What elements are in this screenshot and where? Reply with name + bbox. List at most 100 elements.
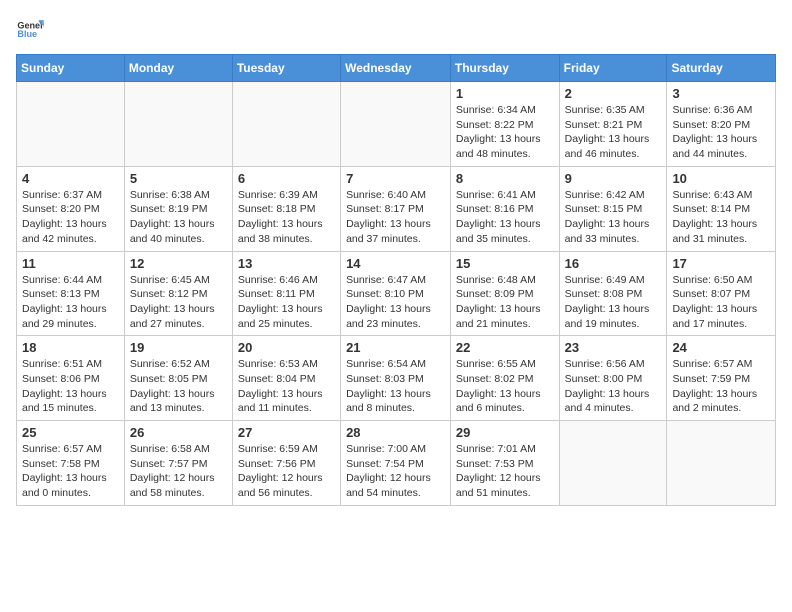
day-number: 15 [456, 256, 554, 271]
calendar-cell: 16 Sunrise: 6:49 AM Sunset: 8:08 PM Dayli… [559, 251, 667, 336]
day-number: 26 [130, 425, 227, 440]
day-detail: Sunrise: 6:57 AM Sunset: 7:59 PM Dayligh… [672, 357, 770, 416]
day-number: 17 [672, 256, 770, 271]
week-row-4: 18 Sunrise: 6:51 AM Sunset: 8:06 PM Dayli… [17, 336, 776, 421]
calendar-cell: 21 Sunrise: 6:54 AM Sunset: 8:03 PM Dayli… [341, 336, 451, 421]
header-day-wednesday: Wednesday [341, 55, 451, 82]
week-row-2: 4 Sunrise: 6:37 AM Sunset: 8:20 PM Daylig… [17, 166, 776, 251]
day-detail: Sunrise: 6:55 AM Sunset: 8:02 PM Dayligh… [456, 357, 554, 416]
day-detail: Sunrise: 7:01 AM Sunset: 7:53 PM Dayligh… [456, 442, 554, 501]
header-day-tuesday: Tuesday [232, 55, 340, 82]
header-day-friday: Friday [559, 55, 667, 82]
calendar-cell: 1 Sunrise: 6:34 AM Sunset: 8:22 PM Daylig… [450, 82, 559, 167]
day-detail: Sunrise: 6:50 AM Sunset: 8:07 PM Dayligh… [672, 273, 770, 332]
day-number: 11 [22, 256, 119, 271]
calendar-cell [667, 421, 776, 506]
day-number: 20 [238, 340, 335, 355]
calendar-cell: 19 Sunrise: 6:52 AM Sunset: 8:05 PM Dayli… [124, 336, 232, 421]
day-number: 4 [22, 171, 119, 186]
day-detail: Sunrise: 6:36 AM Sunset: 8:20 PM Dayligh… [672, 103, 770, 162]
day-number: 19 [130, 340, 227, 355]
calendar-cell: 26 Sunrise: 6:58 AM Sunset: 7:57 PM Dayli… [124, 421, 232, 506]
day-detail: Sunrise: 6:59 AM Sunset: 7:56 PM Dayligh… [238, 442, 335, 501]
day-number: 5 [130, 171, 227, 186]
day-number: 28 [346, 425, 445, 440]
day-number: 13 [238, 256, 335, 271]
calendar-cell [124, 82, 232, 167]
day-detail: Sunrise: 6:44 AM Sunset: 8:13 PM Dayligh… [22, 273, 119, 332]
logo-icon: General Blue [16, 16, 44, 44]
logo: General Blue [16, 16, 44, 44]
calendar-cell: 13Sunrise: 6:46 AM Sunset: 8:11 PM Dayli… [232, 251, 340, 336]
day-detail: Sunrise: 6:48 AM Sunset: 8:09 PM Dayligh… [456, 273, 554, 332]
calendar-cell: 5 Sunrise: 6:38 AM Sunset: 8:19 PM Daylig… [124, 166, 232, 251]
day-detail: Sunrise: 6:35 AM Sunset: 8:21 PM Dayligh… [565, 103, 662, 162]
day-number: 10 [672, 171, 770, 186]
header-row: SundayMondayTuesdayWednesdayThursdayFrid… [17, 55, 776, 82]
day-number: 18 [22, 340, 119, 355]
week-row-5: 25 Sunrise: 6:57 AM Sunset: 7:58 PM Dayli… [17, 421, 776, 506]
day-detail: Sunrise: 6:53 AM Sunset: 8:04 PM Dayligh… [238, 357, 335, 416]
calendar-cell [341, 82, 451, 167]
day-detail: Sunrise: 6:37 AM Sunset: 8:20 PM Dayligh… [22, 188, 119, 247]
day-detail: Sunrise: 6:51 AM Sunset: 8:06 PM Dayligh… [22, 357, 119, 416]
calendar-cell: 4 Sunrise: 6:37 AM Sunset: 8:20 PM Daylig… [17, 166, 125, 251]
calendar-cell: 23 Sunrise: 6:56 AM Sunset: 8:00 PM Dayli… [559, 336, 667, 421]
calendar-cell: 28 Sunrise: 7:00 AM Sunset: 7:54 PM Dayli… [341, 421, 451, 506]
calendar-cell: 12Sunrise: 6:45 AM Sunset: 8:12 PM Dayli… [124, 251, 232, 336]
day-number: 2 [565, 86, 662, 101]
day-detail: Sunrise: 6:58 AM Sunset: 7:57 PM Dayligh… [130, 442, 227, 501]
calendar-cell: 14Sunrise: 6:47 AM Sunset: 8:10 PM Dayli… [341, 251, 451, 336]
day-number: 7 [346, 171, 445, 186]
day-detail: Sunrise: 6:41 AM Sunset: 8:16 PM Dayligh… [456, 188, 554, 247]
calendar-cell: 7Sunrise: 6:40 AM Sunset: 8:17 PM Daylig… [341, 166, 451, 251]
day-detail: Sunrise: 6:49 AM Sunset: 8:08 PM Dayligh… [565, 273, 662, 332]
day-detail: Sunrise: 7:00 AM Sunset: 7:54 PM Dayligh… [346, 442, 445, 501]
calendar-cell: 27 Sunrise: 6:59 AM Sunset: 7:56 PM Dayli… [232, 421, 340, 506]
calendar-cell: 9 Sunrise: 6:42 AM Sunset: 8:15 PM Daylig… [559, 166, 667, 251]
calendar-cell: 11 Sunrise: 6:44 AM Sunset: 8:13 PM Dayli… [17, 251, 125, 336]
calendar-table: SundayMondayTuesdayWednesdayThursdayFrid… [16, 54, 776, 506]
day-number: 22 [456, 340, 554, 355]
day-number: 25 [22, 425, 119, 440]
header-day-thursday: Thursday [450, 55, 559, 82]
day-detail: Sunrise: 6:57 AM Sunset: 7:58 PM Dayligh… [22, 442, 119, 501]
day-number: 1 [456, 86, 554, 101]
calendar-cell [559, 421, 667, 506]
day-number: 12 [130, 256, 227, 271]
day-detail: Sunrise: 6:56 AM Sunset: 8:00 PM Dayligh… [565, 357, 662, 416]
week-row-1: 1 Sunrise: 6:34 AM Sunset: 8:22 PM Daylig… [17, 82, 776, 167]
calendar-cell: 2 Sunrise: 6:35 AM Sunset: 8:21 PM Daylig… [559, 82, 667, 167]
day-detail: Sunrise: 6:42 AM Sunset: 8:15 PM Dayligh… [565, 188, 662, 247]
day-number: 27 [238, 425, 335, 440]
day-number: 21 [346, 340, 445, 355]
day-number: 23 [565, 340, 662, 355]
svg-text:Blue: Blue [17, 29, 37, 39]
calendar-cell: 3 Sunrise: 6:36 AM Sunset: 8:20 PM Daylig… [667, 82, 776, 167]
calendar-cell: 29 Sunrise: 7:01 AM Sunset: 7:53 PM Dayli… [450, 421, 559, 506]
calendar-cell: 25 Sunrise: 6:57 AM Sunset: 7:58 PM Dayli… [17, 421, 125, 506]
calendar-cell [17, 82, 125, 167]
day-number: 29 [456, 425, 554, 440]
header-day-monday: Monday [124, 55, 232, 82]
calendar-cell: 6 Sunrise: 6:39 AM Sunset: 8:18 PM Daylig… [232, 166, 340, 251]
day-detail: Sunrise: 6:54 AM Sunset: 8:03 PM Dayligh… [346, 357, 445, 416]
calendar-cell: 22 Sunrise: 6:55 AM Sunset: 8:02 PM Dayli… [450, 336, 559, 421]
day-number: 16 [565, 256, 662, 271]
day-number: 14 [346, 256, 445, 271]
day-number: 8 [456, 171, 554, 186]
header: General Blue [16, 16, 776, 44]
day-number: 6 [238, 171, 335, 186]
day-detail: Sunrise: 6:38 AM Sunset: 8:19 PM Dayligh… [130, 188, 227, 247]
calendar-cell: 24Sunrise: 6:57 AM Sunset: 7:59 PM Dayli… [667, 336, 776, 421]
week-row-3: 11 Sunrise: 6:44 AM Sunset: 8:13 PM Dayli… [17, 251, 776, 336]
day-detail: Sunrise: 6:43 AM Sunset: 8:14 PM Dayligh… [672, 188, 770, 247]
day-number: 3 [672, 86, 770, 101]
calendar-cell: 8 Sunrise: 6:41 AM Sunset: 8:16 PM Daylig… [450, 166, 559, 251]
header-day-sunday: Sunday [17, 55, 125, 82]
day-number: 9 [565, 171, 662, 186]
day-detail: Sunrise: 6:34 AM Sunset: 8:22 PM Dayligh… [456, 103, 554, 162]
day-detail: Sunrise: 6:52 AM Sunset: 8:05 PM Dayligh… [130, 357, 227, 416]
day-detail: Sunrise: 6:39 AM Sunset: 8:18 PM Dayligh… [238, 188, 335, 247]
calendar-cell: 15 Sunrise: 6:48 AM Sunset: 8:09 PM Dayli… [450, 251, 559, 336]
